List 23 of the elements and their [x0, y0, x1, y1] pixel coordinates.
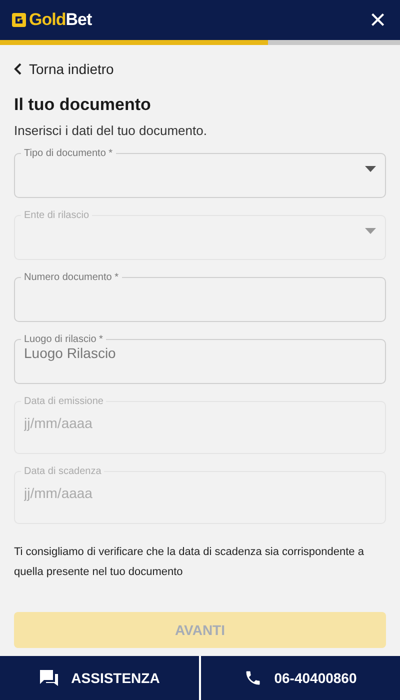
- field-label: Data di scadenza: [24, 466, 102, 477]
- field-label: Numero documento *: [24, 272, 118, 283]
- chat-icon: [39, 669, 60, 687]
- chevron-left-icon: [14, 63, 22, 75]
- field-label: Ente di rilascio: [24, 210, 90, 221]
- dropdown-caret-icon: [365, 166, 376, 172]
- dropdown-field[interactable]: Tipo di documento *: [14, 148, 386, 198]
- field-label: Data di emissione: [24, 396, 104, 407]
- support-button[interactable]: ASSISTENZA: [0, 656, 199, 700]
- subtitle: Inserisci i dati del tuo documento.: [14, 123, 208, 138]
- phone-icon: [244, 669, 262, 687]
- close-button[interactable]: ×: [370, 6, 386, 34]
- phone-button[interactable]: 06-40400860: [199, 656, 400, 700]
- logo-text: GoldBet: [29, 10, 92, 30]
- dropdown-caret-icon: [365, 228, 376, 234]
- text-input[interactable]: Luogo Rilascio: [24, 345, 376, 361]
- page-title: Il tuo documento: [14, 95, 152, 115]
- input-field[interactable]: Luogo di rilascio * Luogo Rilascio: [14, 334, 386, 384]
- logo-icon: [12, 13, 26, 27]
- input-field[interactable]: Numero documento *: [14, 272, 386, 322]
- field-label: Luogo di rilascio *: [24, 334, 103, 345]
- field-label: Tipo di documento *: [24, 148, 113, 159]
- hint-text: Ti consigliamo di verificare che la data di scadenza sia corrispondente a quella presente nel tuo documento: [14, 545, 365, 580]
